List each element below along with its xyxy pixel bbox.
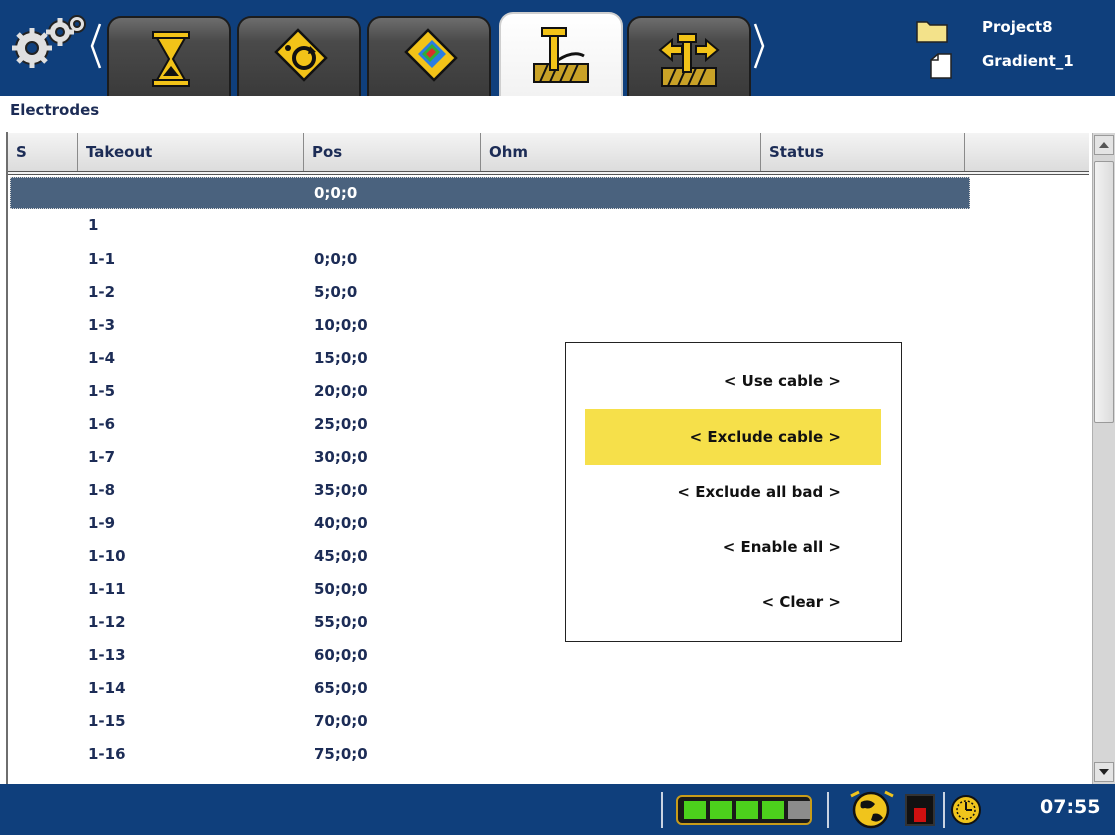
takeout-cell: 1-12 xyxy=(88,613,126,631)
menu-item-use-cable[interactable]: < Use cable > xyxy=(585,353,881,409)
tab-cables[interactable] xyxy=(627,16,751,96)
record-indicator-icon xyxy=(905,794,935,826)
takeout-cell: 1-6 xyxy=(88,415,116,433)
scroll-down-button[interactable] xyxy=(1094,762,1114,782)
file-name: Gradient_1 xyxy=(982,52,1074,70)
menu-item-exclude-all-bad[interactable]: < Exclude all bad > xyxy=(585,464,881,520)
status-divider xyxy=(943,792,945,828)
column-header-ohm[interactable]: Ohm xyxy=(481,133,761,171)
color-map-tag-icon xyxy=(404,28,458,82)
takeout-cell: 1-15 xyxy=(88,712,126,730)
takeout-cell: 1-4 xyxy=(88,349,116,367)
tab-timer[interactable] xyxy=(107,16,231,96)
takeout-cell: 1-11 xyxy=(88,580,126,598)
takeout-cell: 1-13 xyxy=(88,646,126,664)
pos-cell: 60;0;0 xyxy=(314,646,368,664)
column-header-takeout[interactable]: Takeout xyxy=(78,133,304,171)
takeout-cell: 1-1 xyxy=(88,250,116,268)
document-icon xyxy=(930,53,952,79)
vertical-scrollbar[interactable] xyxy=(1092,133,1115,784)
hourglass-icon xyxy=(152,31,190,87)
clock-icon xyxy=(951,795,981,825)
column-header-pos[interactable]: Pos xyxy=(304,133,481,171)
takeout-cell: 1-9 xyxy=(88,514,116,532)
pos-cell: 50;0;0 xyxy=(314,580,368,598)
context-menu: < Use cable > < Exclude cable > < Exclud… xyxy=(565,342,902,642)
takeout-cell: 1-16 xyxy=(88,745,126,763)
tab-scroll-right-icon[interactable] xyxy=(751,20,767,72)
pos-cell: 20;0;0 xyxy=(314,382,368,400)
arrow-up-icon xyxy=(1099,142,1109,148)
clock-time: 07:55 xyxy=(1040,796,1101,818)
status-divider xyxy=(661,792,663,828)
battery-cell xyxy=(684,801,706,819)
takeout-cell: 1 xyxy=(88,216,99,234)
table-header: S Takeout Pos Ohm Status xyxy=(8,133,1089,175)
takeout-cell: 1-2 xyxy=(88,283,116,301)
arrow-down-icon xyxy=(1099,769,1109,775)
status-bar: 07:55 xyxy=(0,784,1115,835)
pos-cell: 25;0;0 xyxy=(314,415,368,433)
pos-cell: 10;0;0 xyxy=(314,316,368,334)
pos-cell: 35;0;0 xyxy=(314,481,368,499)
tab-electrodes[interactable] xyxy=(499,12,623,96)
cable-arrows-icon xyxy=(658,33,720,87)
battery-cell xyxy=(710,801,732,819)
takeout-cell: 1-5 xyxy=(88,382,116,400)
pos-cell: 30;0;0 xyxy=(314,448,368,466)
scrollbar-thumb[interactable] xyxy=(1094,161,1114,423)
column-header-status[interactable]: Status xyxy=(761,133,965,171)
takeout-cell: 1-3 xyxy=(88,316,116,334)
pos-cell: 70;0;0 xyxy=(314,712,368,730)
battery-cell-empty xyxy=(788,801,810,819)
battery-cell xyxy=(762,801,784,819)
section-title: Electrodes xyxy=(10,101,100,119)
project-name: Project8 xyxy=(982,18,1053,36)
electrode-tool-icon xyxy=(533,27,589,83)
takeout-cell: 1-8 xyxy=(88,481,116,499)
top-toolbar: Project8 Gradient_1 xyxy=(0,0,1115,96)
takeout-cell: 1-7 xyxy=(88,448,116,466)
battery-indicator xyxy=(676,795,812,825)
alarm-globe-icon[interactable] xyxy=(845,790,901,830)
pos-cell: 0;0;0 xyxy=(314,250,358,268)
menu-item-exclude-cable[interactable]: < Exclude cable > xyxy=(585,409,881,465)
column-header-s[interactable]: S xyxy=(8,133,78,171)
tab-data[interactable] xyxy=(367,16,491,96)
pos-cell: 65;0;0 xyxy=(314,679,368,697)
pos-cell: 40;0;0 xyxy=(314,514,368,532)
battery-cell xyxy=(736,801,758,819)
status-divider xyxy=(827,792,829,828)
settings-gears-icon[interactable] xyxy=(4,4,90,84)
takeout-cell: 1-14 xyxy=(88,679,126,697)
folder-icon xyxy=(916,21,948,43)
tab-sequence[interactable] xyxy=(237,16,361,96)
tab-scroll-left-icon[interactable] xyxy=(88,20,104,72)
takeout-cell: 1-10 xyxy=(88,547,126,565)
scroll-up-button[interactable] xyxy=(1094,135,1114,155)
menu-item-enable-all[interactable]: < Enable all > xyxy=(585,519,881,575)
electrode-table xyxy=(6,132,1093,784)
table-row-selected[interactable]: 0;0;0 xyxy=(10,177,970,209)
pos-cell: 55;0;0 xyxy=(314,613,368,631)
pos-cell: 5;0;0 xyxy=(314,283,358,301)
pos-cell: 45;0;0 xyxy=(314,547,368,565)
selected-row-pos: 0;0;0 xyxy=(314,184,358,202)
menu-item-clear[interactable]: < Clear > xyxy=(585,574,881,630)
pos-cell: 15;0;0 xyxy=(314,349,368,367)
refresh-tag-icon xyxy=(274,28,328,82)
pos-cell: 75;0;0 xyxy=(314,745,368,763)
